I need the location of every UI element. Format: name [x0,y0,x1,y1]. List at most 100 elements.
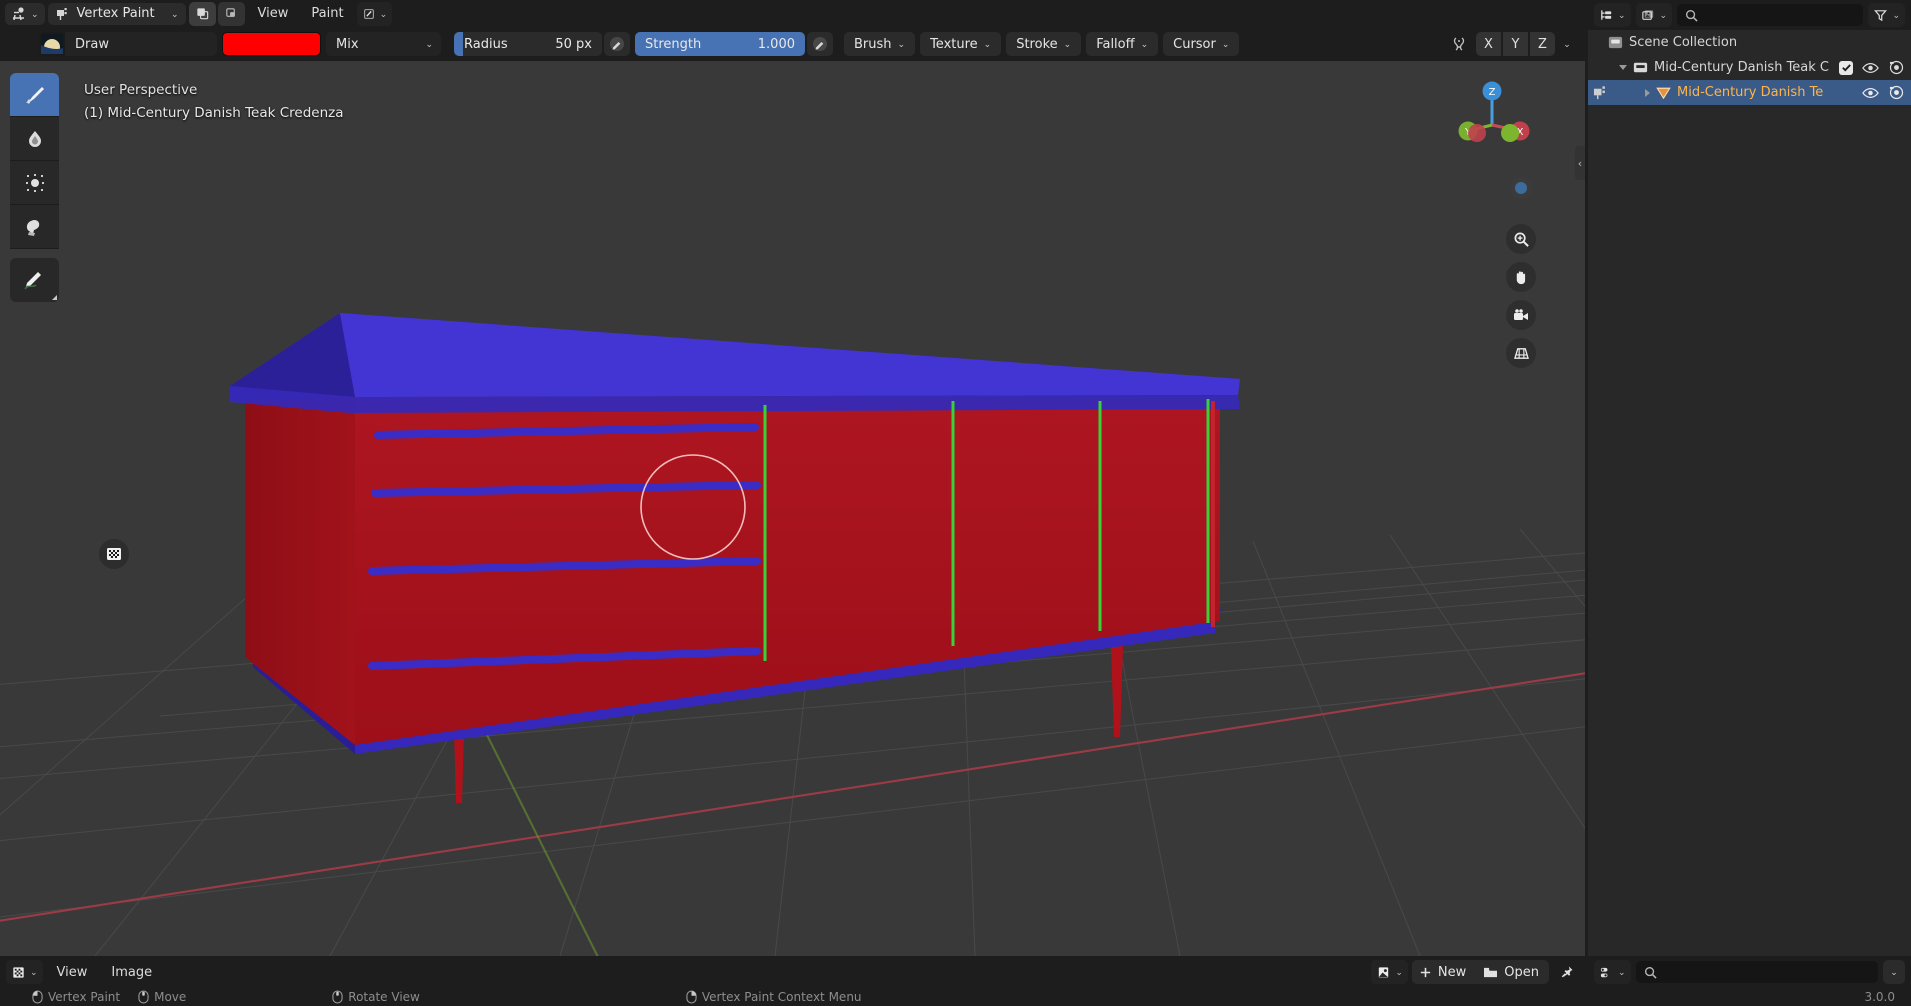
tool-annotate[interactable] [10,258,59,302]
pressure-strength-icon[interactable] [807,32,833,56]
camera-render-icon[interactable] [1888,60,1905,75]
properties-editor-type-selector[interactable]: ⌄ [1594,960,1631,984]
outliner-display-mode[interactable]: ⌄ [1594,3,1631,27]
symmetry-icon [1450,36,1468,52]
smear-icon [23,215,47,239]
interaction-mode-selector[interactable]: Vertex Paint ⌄ [47,2,186,25]
menu-paint[interactable]: Paint [301,2,353,26]
viewport-info-text: User Perspective (1) Mid-Century Danish … [84,79,344,125]
image-datablock-icon [1376,965,1391,980]
status-label: Move [154,990,187,1004]
properties-search-input[interactable] [1635,961,1878,983]
filter-funnel-icon [1873,8,1888,23]
tool-draw[interactable] [10,73,59,117]
average-icon [23,171,47,195]
symmetry-z-button[interactable]: Z [1530,32,1555,56]
properties-options-chevron[interactable]: ⌄ [1883,960,1905,984]
chevron-down-icon: ⌄ [1221,40,1230,50]
chevron-down-icon: ⌄ [1395,968,1403,978]
paint-mask-face-icon[interactable] [188,1,216,26]
falloff-popover-label: Falloff [1096,36,1135,52]
gizmo-perspective-dot[interactable] [1510,177,1532,199]
tool-blur[interactable] [10,117,59,161]
outliner-filter-popover[interactable]: ⌄ [1868,3,1905,27]
stroke-popover[interactable]: Stroke ⌄ [1006,32,1082,56]
camera-icon[interactable] [1506,300,1536,330]
blend-mode-label: Mix [336,36,359,52]
brush-datablock[interactable]: Draw [39,32,217,56]
eye-icon[interactable] [1862,86,1879,100]
paint-mask-toggles [188,1,245,26]
symmetry-x-button[interactable]: X [1476,32,1501,56]
image-editor-header: ⌄ View Image ⌄ New Open [0,956,1585,988]
radius-slider[interactable]: Radius 50 px [454,32,602,56]
outliner-search-input[interactable] [1677,4,1864,26]
outliner-row-object[interactable]: Mid-Century Danish Te [1588,80,1911,105]
editor-type-selector[interactable]: ⌄ [5,2,45,25]
new-image-button[interactable]: New [1411,960,1477,984]
chevron-down-icon: ⌄ [171,9,179,20]
brush-popover[interactable]: Brush ⌄ [844,32,916,56]
snapping-popover[interactable]: ⌄ [356,1,393,26]
pressure-radius-icon[interactable] [604,32,630,56]
search-icon [1644,966,1657,979]
outliner-row-scene-collection[interactable]: Scene Collection [1588,30,1911,55]
cursor-popover[interactable]: Cursor ⌄ [1163,32,1240,56]
image-menu-view[interactable]: View [47,960,98,984]
id-type-filter-icon [1641,8,1656,23]
open-image-button[interactable]: Open [1476,960,1549,984]
tool-average[interactable] [10,161,59,205]
outliner-header: ⌄ ⌄ ⌄ [1588,0,1911,30]
navigation-gizmo[interactable]: Z X Y [1444,73,1540,169]
camera-render-icon[interactable] [1888,85,1905,100]
3d-viewport[interactable]: User Perspective (1) Mid-Century Danish … [0,61,1585,956]
ortho-persp-grid-icon[interactable] [1506,338,1536,368]
texture-popover[interactable]: Texture ⌄ [920,32,1002,56]
eye-icon[interactable] [1862,61,1879,75]
status-item-vertex-paint: Vertex Paint [32,990,120,1004]
falloff-popover[interactable]: Falloff ⌄ [1086,32,1159,56]
brush-name-field[interactable]: Draw [65,32,217,56]
blend-mode-dropdown[interactable]: Mix ⌄ [326,32,441,56]
sidebar-collapse-arrow[interactable]: ‹ [1575,146,1585,180]
image-menu-image[interactable]: Image [101,960,162,984]
properties-editor-icon [1599,965,1614,980]
chevron-down-icon: ⌄ [425,40,433,50]
menu-view[interactable]: View [248,2,299,26]
scene-collection-icon [1607,34,1624,51]
outliner-editor: ⌄ ⌄ ⌄ Scene Collection Mid-Century Danis… [1588,0,1911,956]
texture-popover-label: Texture [930,36,978,52]
outliner-tree: Scene Collection Mid-Century Danish Teak… [1588,30,1911,956]
plus-icon [1419,966,1432,979]
image-datablock-selector[interactable]: ⌄ [1371,960,1408,984]
properties-editor-header: ⌄ ⌄ [1588,956,1911,988]
outliner-id-filter[interactable]: ⌄ [1635,3,1673,27]
tool-smear[interactable] [10,205,59,249]
outliner-display-mode-icon [1599,8,1614,23]
outliner-row-collection[interactable]: Mid-Century Danish Teak C [1588,55,1911,80]
image-editor-type-selector[interactable]: ⌄ [6,960,43,984]
paint-brush-icon [22,82,48,108]
chevron-down-icon: ⌄ [1140,40,1149,50]
brush-color-swatch[interactable] [222,32,321,56]
chevron-down-icon[interactable] [1619,65,1627,70]
symmetry-chevron[interactable]: ⌄ [1557,32,1577,56]
radius-slider-fill [454,32,463,56]
collection-exclude-checkbox[interactable] [1839,60,1853,75]
strength-slider[interactable]: Strength 1.000 [635,32,805,56]
editor-type-icon [11,6,27,22]
viewport-canvas [0,313,1585,956]
pan-hand-icon[interactable] [1506,262,1536,292]
mouse-left-icon [32,990,43,1004]
mouse-middle-icon [138,990,149,1004]
pin-icon[interactable] [1553,960,1579,984]
symmetry-y-button[interactable]: Y [1503,32,1528,56]
status-item-move: Move [138,990,186,1004]
blender-window: ⌄ Vertex Paint ⌄ View Paint ⌄ Draw Mix ⌄… [0,0,1911,1006]
paint-mask-vertex-icon[interactable] [217,1,245,26]
zoom-icon[interactable] [1506,224,1536,254]
chevron-right-icon[interactable] [1645,88,1650,97]
stroke-popover-label: Stroke [1016,36,1058,52]
strength-value: 1.000 [757,36,795,52]
texture-paint-slot-icon[interactable] [99,539,129,569]
